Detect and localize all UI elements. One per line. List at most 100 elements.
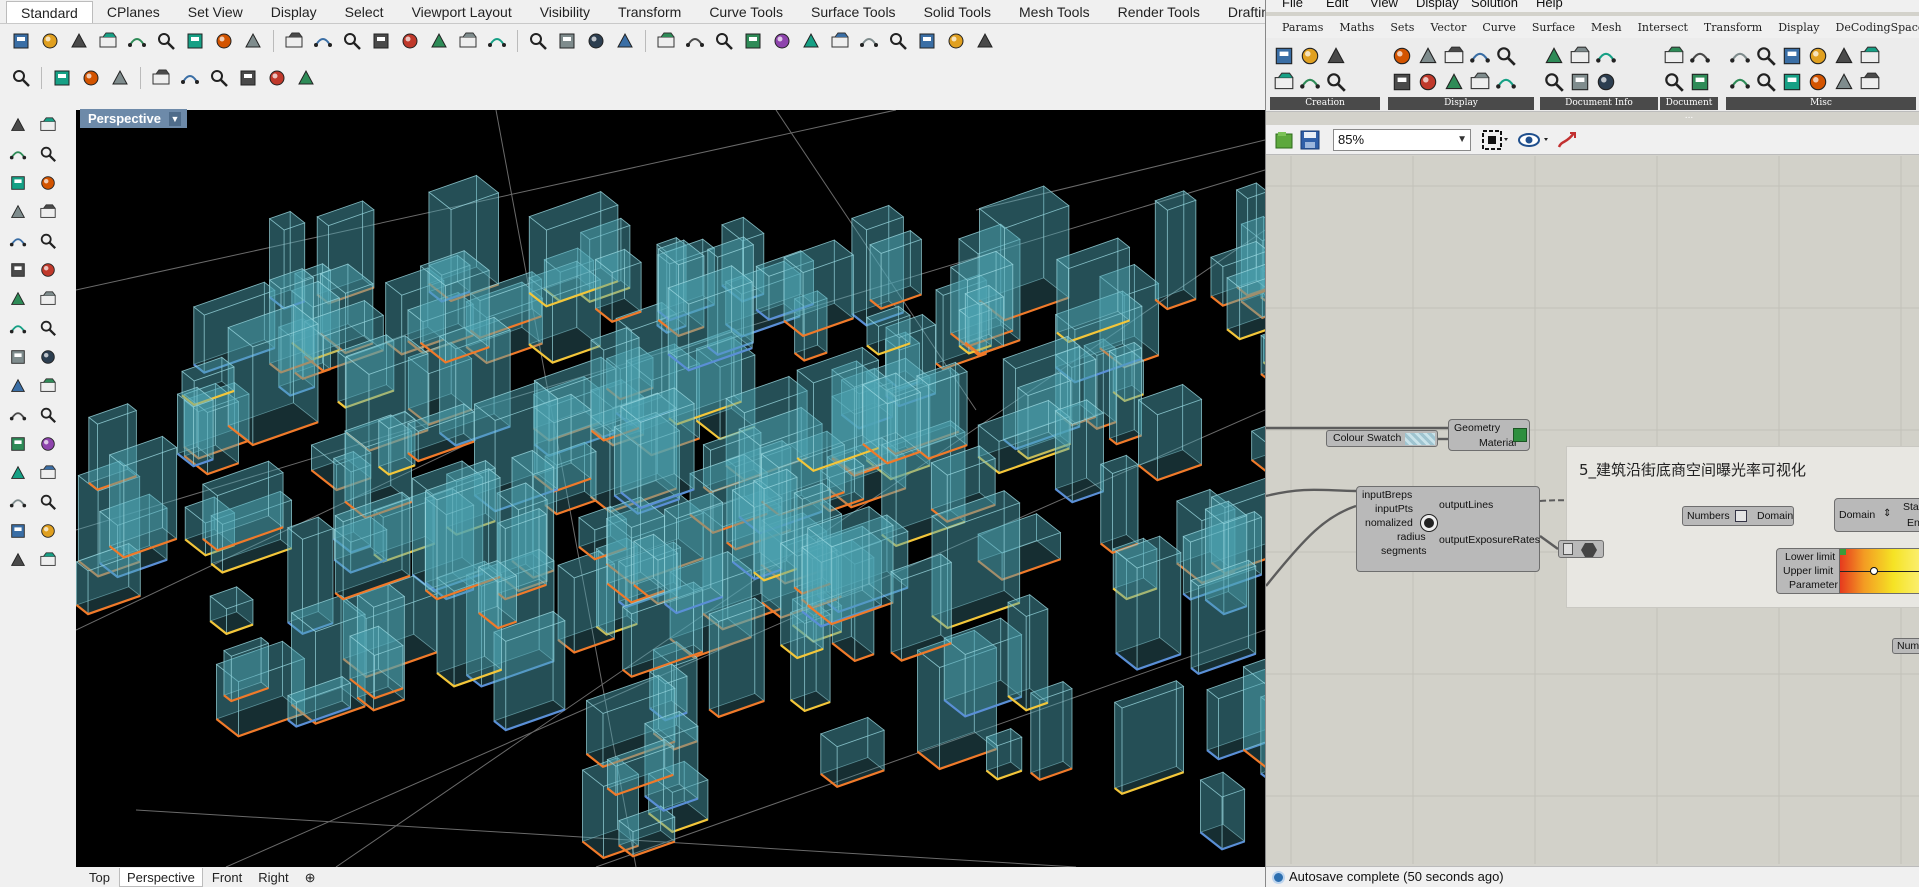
component-icon[interactable] xyxy=(1780,44,1804,68)
grid-icon[interactable] xyxy=(36,461,60,485)
rhino-tab-select[interactable]: Select xyxy=(331,1,398,23)
component-icon[interactable] xyxy=(1728,44,1752,68)
tag-icon[interactable] xyxy=(264,65,290,91)
fillet-icon[interactable] xyxy=(36,403,60,427)
options-icon[interactable] xyxy=(914,28,940,54)
save-file-icon[interactable] xyxy=(1300,130,1320,153)
building-volume[interactable] xyxy=(708,597,766,719)
building-volume[interactable] xyxy=(806,505,894,626)
component-icon[interactable] xyxy=(1594,70,1618,94)
gh-tab-vector[interactable]: Vector xyxy=(1422,21,1474,34)
component-icon[interactable] xyxy=(1832,70,1856,94)
building-volume[interactable] xyxy=(594,248,642,323)
rhino-tab-transform[interactable]: Transform xyxy=(604,1,695,23)
grasshopper-icon[interactable] xyxy=(943,28,969,54)
plant-icon[interactable] xyxy=(235,65,261,91)
building-volume[interactable] xyxy=(1242,650,1265,769)
zoom-extents-icon[interactable] xyxy=(1482,130,1512,153)
component-icon[interactable] xyxy=(1728,70,1752,94)
gh-tab-mesh[interactable]: Mesh xyxy=(1583,21,1630,34)
truss-icon[interactable] xyxy=(148,65,174,91)
building-volume[interactable] xyxy=(419,249,491,364)
building-volume[interactable] xyxy=(108,435,178,559)
point-icon[interactable] xyxy=(36,113,60,137)
copy-icon[interactable] xyxy=(182,28,208,54)
component-icon[interactable] xyxy=(1298,70,1322,94)
building-volume[interactable] xyxy=(1137,383,1203,482)
component-icon[interactable] xyxy=(1806,44,1830,68)
viewport-menu-caret-icon[interactable]: ▼ xyxy=(169,111,181,126)
gh-tab-transform[interactable]: Transform xyxy=(1696,21,1770,34)
box-icon[interactable] xyxy=(6,287,30,311)
gh-menu-edit[interactable]: Edit xyxy=(1326,0,1348,10)
rhino-tab-surface-tools[interactable]: Surface Tools xyxy=(797,1,910,23)
component-icon[interactable] xyxy=(1858,70,1882,94)
building-volume[interactable] xyxy=(176,386,214,468)
color-wheel-icon[interactable] xyxy=(740,28,766,54)
colour-swatch-node[interactable]: Colour Swatch xyxy=(1326,430,1438,447)
zoom-selected-icon[interactable] xyxy=(397,28,423,54)
object-snap-icon[interactable] xyxy=(612,28,638,54)
component-icon[interactable] xyxy=(1324,70,1348,94)
rhino-tab-standard[interactable]: Standard xyxy=(6,1,93,23)
gradient-node[interactable]: Lower limit Upper limit Parameter xyxy=(1776,548,1919,594)
spiral-icon[interactable] xyxy=(36,229,60,253)
building-volume[interactable] xyxy=(1250,411,1265,475)
rectangle-icon[interactable] xyxy=(36,200,60,224)
named-view-icon[interactable] xyxy=(554,28,580,54)
ribbon-group-caption[interactable]: Display xyxy=(1388,97,1534,110)
building-volume[interactable] xyxy=(1199,771,1246,851)
print-icon[interactable] xyxy=(95,28,121,54)
building-volume[interactable] xyxy=(1054,399,1105,504)
rhino-tab-solid-tools[interactable]: Solid Tools xyxy=(910,1,1005,23)
zoom-icon[interactable] xyxy=(426,28,452,54)
zoom-all-icon[interactable] xyxy=(455,28,481,54)
loft-icon[interactable] xyxy=(36,258,60,282)
group-icon[interactable] xyxy=(6,490,30,514)
rhino-tab-visibility[interactable]: Visibility xyxy=(526,1,604,23)
component-icon[interactable] xyxy=(1594,44,1618,68)
gh-tab-params[interactable]: Params xyxy=(1274,21,1331,34)
component-icon[interactable] xyxy=(1662,70,1686,94)
component-icon[interactable] xyxy=(1390,70,1414,94)
perspective-viewport[interactable] xyxy=(76,110,1265,867)
component-icon[interactable] xyxy=(1542,70,1566,94)
gh-tab-intersect[interactable]: Intersect xyxy=(1630,21,1696,34)
building-volume[interactable] xyxy=(819,716,885,789)
help-icon[interactable] xyxy=(972,28,998,54)
building-volume[interactable] xyxy=(985,727,1023,781)
component-icon[interactable] xyxy=(1832,44,1856,68)
building-volume[interactable] xyxy=(209,586,254,636)
viewport-title[interactable]: Perspective ▼ xyxy=(80,109,187,128)
ribbon-group-caption[interactable]: Document Info xyxy=(1540,97,1658,110)
gh-menu-display[interactable]: Display xyxy=(1416,0,1459,10)
sphere-icon[interactable] xyxy=(36,287,60,311)
render-icon[interactable] xyxy=(36,548,60,572)
rotate-view-icon[interactable] xyxy=(310,28,336,54)
gh-tab-surface[interactable]: Surface xyxy=(1524,21,1583,34)
gh-menu-view[interactable]: View xyxy=(1370,0,1398,10)
rhino-tab-viewport-layout[interactable]: Viewport Layout xyxy=(398,1,526,23)
array-icon[interactable] xyxy=(6,461,30,485)
preview-eye-icon[interactable] xyxy=(1518,130,1552,153)
component-icon[interactable] xyxy=(1390,44,1414,68)
pan-icon[interactable] xyxy=(281,28,307,54)
number-param-node[interactable]: Numb xyxy=(1892,638,1919,654)
component-icon[interactable] xyxy=(1568,44,1592,68)
rhino-tab-mesh-tools[interactable]: Mesh Tools xyxy=(1005,1,1104,23)
gear-icon[interactable] xyxy=(885,28,911,54)
building-volume[interactable] xyxy=(869,229,923,310)
custom-preview-node[interactable]: Geometry Material xyxy=(1448,419,1530,451)
component-icon[interactable] xyxy=(1858,44,1882,68)
properties-icon[interactable] xyxy=(36,490,60,514)
building-volume[interactable] xyxy=(557,550,616,654)
car-icon[interactable] xyxy=(525,28,551,54)
new-icon[interactable] xyxy=(8,28,34,54)
bounds-node[interactable]: Numbers Domain xyxy=(1682,506,1794,526)
rhino-tab-cplanes[interactable]: CPlanes xyxy=(93,1,174,23)
deconstruct-domain-node[interactable]: Domain ⇕ Start End xyxy=(1834,498,1919,532)
layer-icon[interactable] xyxy=(711,28,737,54)
ribbon-group-caption[interactable]: Misc xyxy=(1726,97,1916,110)
component-icon[interactable] xyxy=(1494,44,1518,68)
select-arrow-icon[interactable] xyxy=(6,113,30,137)
